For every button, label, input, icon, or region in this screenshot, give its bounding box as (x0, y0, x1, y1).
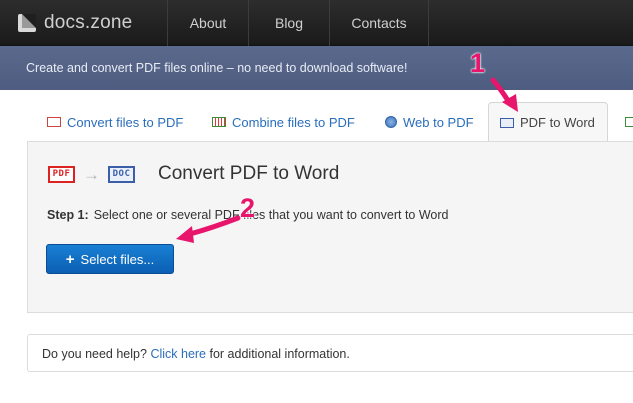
tab-label: Combine files to PDF (232, 114, 355, 130)
annotation-number-2: 2 (240, 193, 256, 223)
convert-panel: PDF → DOC Convert PDF to Word Step 1: Sel… (27, 141, 633, 313)
banner-text: Create and convert PDF files online – no… (26, 61, 408, 75)
pdf-file-icon: PDF (48, 166, 75, 183)
tab-pdf-to-word[interactable]: PDF to Word (488, 102, 608, 142)
logo-text: docs.zone (44, 12, 133, 33)
help-text: Do you need help? Click here for additio… (42, 347, 350, 361)
combine-files-icon (212, 117, 226, 127)
tagline-banner: Create and convert PDF files online – no… (0, 46, 633, 90)
step-label: Step 1: (47, 208, 89, 222)
site-logo[interactable]: docs.zone (18, 9, 132, 37)
tab-combine-files-to-pdf[interactable]: Combine files to PDF (212, 103, 355, 141)
tab-convert-files-to-pdf[interactable]: Convert files to PDF (47, 103, 183, 141)
nav-about[interactable]: About (167, 0, 248, 46)
page-title: Convert PDF to Word (158, 163, 340, 184)
plus-icon: + (65, 250, 75, 268)
select-files-button[interactable]: + Select files... (46, 244, 174, 274)
help-suffix: for additional information. (209, 347, 350, 361)
file-icon (625, 117, 633, 127)
docs-logo-icon (18, 14, 36, 32)
tab-label: Convert files to PDF (67, 114, 184, 130)
help-link[interactable]: Click here (150, 347, 206, 361)
annotation-number-1: 1 (470, 48, 486, 78)
help-box: Do you need help? Click here for additio… (27, 334, 633, 372)
doc-file-icon: DOC (108, 166, 135, 183)
tab-more-partial[interactable] (620, 103, 633, 141)
tab-label: PDF to Word (520, 115, 595, 130)
tab-label: Web to PDF (403, 114, 474, 130)
arrow-right-icon: → (83, 165, 100, 184)
select-files-label: Select files... (80, 251, 155, 267)
doc-file-icon (500, 117, 514, 128)
tab-web-to-pdf[interactable]: Web to PDF (385, 103, 474, 141)
conversion-icons: PDF → DOC (48, 166, 135, 183)
step-text: Select one or several PDF files that you… (93, 208, 449, 222)
nav-contacts[interactable]: Contacts (329, 0, 429, 46)
help-prefix: Do you need help? (42, 347, 147, 361)
web-globe-icon (385, 116, 397, 128)
top-navbar: docs.zone About Blog Contacts (0, 0, 633, 46)
pdf-file-icon (47, 117, 61, 127)
nav-blog[interactable]: Blog (248, 0, 329, 46)
